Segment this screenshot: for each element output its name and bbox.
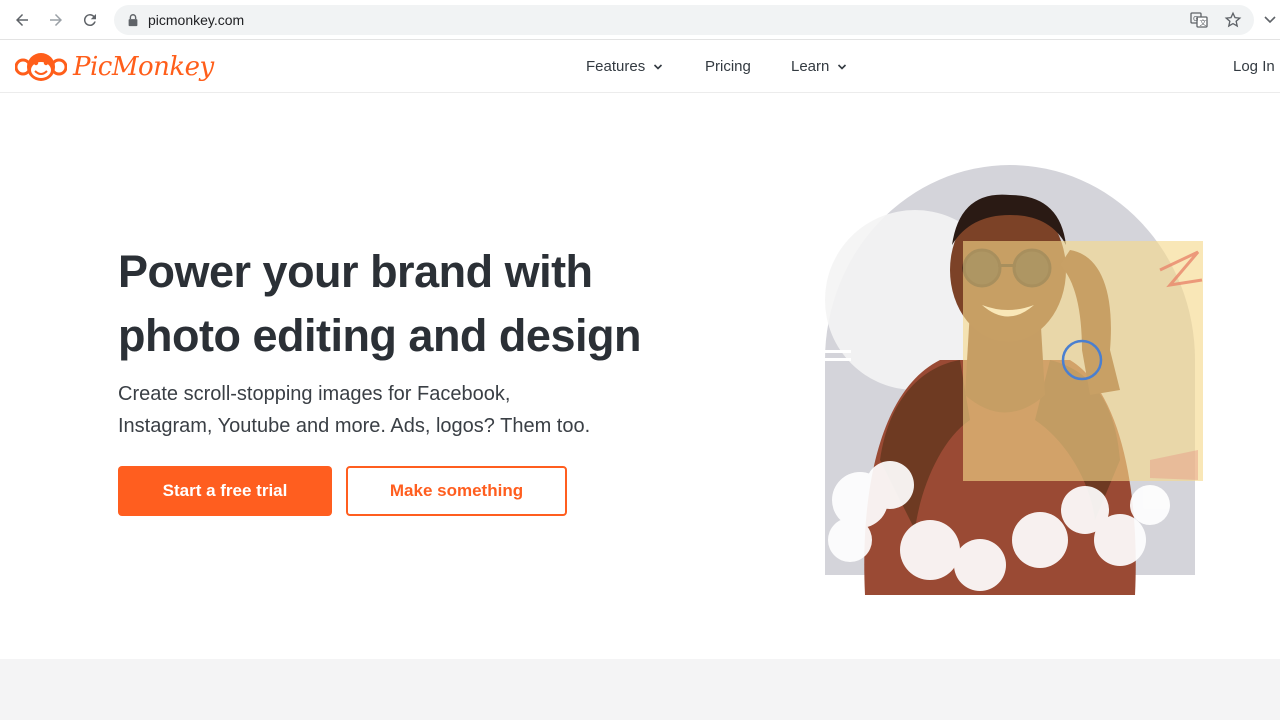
next-section-band: [0, 659, 1280, 720]
nav-pricing[interactable]: Pricing: [705, 58, 751, 75]
yellow-overlay: [963, 241, 1203, 481]
monkey-logo-icon: [15, 53, 67, 81]
lock-icon: [128, 14, 138, 27]
decor-line: [825, 350, 851, 353]
back-icon[interactable]: [10, 8, 34, 32]
make-something-button[interactable]: Make something: [346, 466, 567, 516]
hero-title: Power your brand with photo editing and …: [118, 240, 678, 368]
translate-icon[interactable]: G 文: [1190, 11, 1208, 29]
decor-line: [825, 358, 851, 361]
site-header: PicMonkey Features Pricing Learn Log In: [0, 40, 1280, 93]
hero-subtitle: Create scroll-stopping images for Facebo…: [118, 378, 638, 442]
nav-learn-label: Learn: [791, 58, 830, 75]
reload-icon[interactable]: [78, 8, 102, 32]
chevron-down-icon[interactable]: [1262, 12, 1278, 28]
nav-learn[interactable]: Learn: [791, 58, 847, 75]
picmonkey-logo[interactable]: PicMonkey: [15, 49, 214, 85]
nav-pricing-label: Pricing: [705, 58, 751, 75]
browser-toolbar: picmonkey.com G 文: [0, 0, 1280, 40]
chevron-down-icon: [654, 63, 663, 70]
bookmark-star-icon[interactable]: [1224, 11, 1242, 29]
url-text: picmonkey.com: [148, 12, 245, 28]
address-bar[interactable]: picmonkey.com G 文: [114, 5, 1254, 35]
nav-features[interactable]: Features: [586, 58, 663, 75]
hero-title-line2: photo editing and design: [118, 310, 641, 361]
hero-subtitle-line2: Instagram, Youtube and more. Ads, logos?…: [118, 415, 591, 437]
start-free-trial-button[interactable]: Start a free trial: [118, 466, 332, 516]
login-link[interactable]: Log In: [1233, 58, 1275, 75]
hero-photo-illustration: [825, 165, 1203, 595]
hero-title-line1: Power your brand with: [118, 246, 593, 297]
chevron-down-icon: [838, 63, 847, 70]
logo-text: PicMonkey: [73, 52, 214, 82]
svg-text:G: G: [1193, 15, 1198, 23]
svg-text:文: 文: [1200, 18, 1207, 27]
nav-features-label: Features: [586, 58, 646, 75]
forward-icon[interactable]: [44, 8, 68, 32]
hero-subtitle-line1: Create scroll-stopping images for Facebo…: [118, 383, 511, 405]
